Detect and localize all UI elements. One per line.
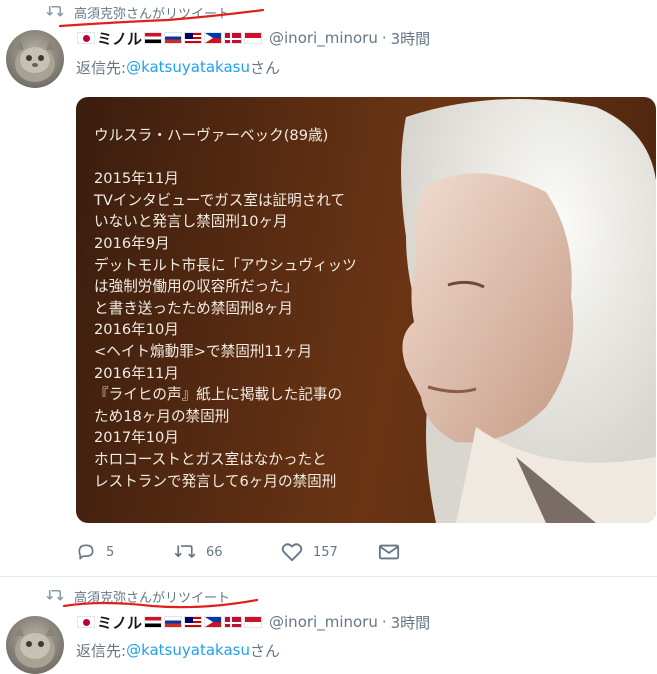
tweet-actions: 5 66 157 — [76, 540, 410, 564]
like-count: 157 — [313, 544, 338, 560]
retweet-icon — [46, 6, 64, 17]
syria-flag-icon — [144, 32, 163, 44]
tweet-divider — [0, 576, 657, 577]
denmark-flag-icon — [224, 32, 243, 44]
retweet-button[interactable]: 66 — [174, 542, 281, 562]
malaysia-flag-icon — [184, 32, 203, 44]
reply-count: 5 — [106, 544, 115, 560]
envelope-icon — [378, 544, 400, 560]
philippines-flag-icon — [204, 32, 223, 44]
avatar-cat-image — [14, 40, 56, 82]
indonesia-flag-icon — [244, 616, 263, 628]
like-button[interactable]: 157 — [281, 542, 378, 562]
reply-to-line: 返信先: @katsuyatakasu さん — [76, 639, 280, 661]
tweet-header: ミノル @inori_minoru · 3時間 — [76, 27, 430, 49]
reply-to-prefix: 返信先: — [76, 58, 127, 77]
retweet-count: 66 — [206, 544, 223, 560]
user-handle[interactable]: @inori_minoru — [269, 29, 378, 47]
retweeted-by-text[interactable]: 高須克弥さんがリツイート — [74, 3, 230, 22]
reply-to-suffix: さん — [249, 58, 280, 77]
avatar[interactable] — [6, 30, 64, 88]
heart-icon — [281, 543, 303, 562]
japan-flag-icon — [77, 32, 95, 44]
reply-to-link[interactable]: @katsuyatakasu — [126, 58, 250, 76]
direct-message-button[interactable] — [378, 543, 410, 561]
separator-dot: · — [381, 29, 387, 47]
tweet[interactable]: 高須克弥さんがリツイート ミノル @inori_minoru · 3時間 返信先… — [0, 0, 657, 580]
reply-button[interactable]: 5 — [76, 542, 174, 562]
retweet-icon — [46, 590, 64, 601]
retweeted-by-text[interactable]: 高須克弥さんがリツイート — [74, 587, 230, 606]
syria-flag-icon — [144, 616, 163, 628]
reply-to-link[interactable]: @katsuyatakasu — [126, 641, 250, 659]
separator-dot: · — [381, 613, 387, 631]
display-name[interactable]: ミノル — [97, 28, 142, 49]
user-handle[interactable]: @inori_minoru — [269, 613, 378, 631]
indonesia-flag-icon — [244, 32, 263, 44]
philippines-flag-icon — [204, 616, 223, 628]
denmark-flag-icon — [224, 616, 243, 628]
retweet-icon — [174, 545, 196, 558]
russia-flag-icon — [164, 616, 183, 628]
reply-icon — [78, 544, 94, 560]
reply-to-line: 返信先: @katsuyatakasu さん — [76, 56, 280, 78]
reply-to-suffix: さん — [249, 641, 280, 660]
russia-flag-icon — [164, 32, 183, 44]
tweet-header: ミノル @inori_minoru · 3時間 — [76, 611, 430, 633]
reply-to-prefix: 返信先: — [76, 641, 127, 660]
avatar-cat-image — [14, 626, 56, 668]
japan-flag-icon — [77, 616, 95, 628]
malaysia-flag-icon — [184, 616, 203, 628]
image-caption-text: ウルスラ・ハーヴァーベック(89歳) 2015年11月 TVインタビューでガス室… — [94, 127, 357, 490]
retweet-context[interactable]: 高須克弥さんがリツイート — [46, 2, 230, 22]
timestamp[interactable]: 3時間 — [391, 612, 431, 633]
retweet-context[interactable]: 高須克弥さんがリツイート — [46, 586, 230, 606]
display-name[interactable]: ミノル — [97, 612, 142, 633]
tweet-media-image[interactable]: ウルスラ・ハーヴァーベック(89歳) 2015年11月 TVインタビューでガス室… — [76, 97, 656, 523]
avatar[interactable] — [6, 616, 64, 674]
tweet[interactable]: 高須克弥さんがリツイート ミノル @inori_minoru · 3時間 返信先… — [0, 580, 657, 674]
timestamp[interactable]: 3時間 — [391, 28, 431, 49]
